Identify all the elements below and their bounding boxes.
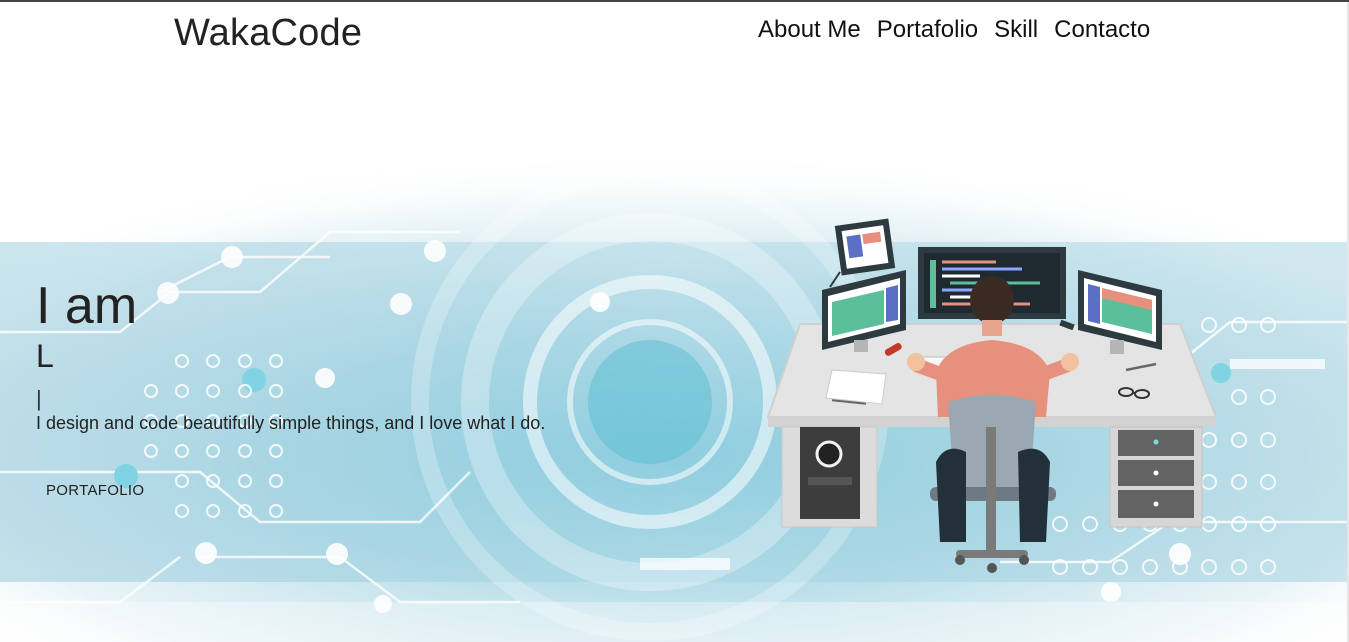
typing-cursor: | (36, 386, 42, 411)
hero-content: I am L | I design and code beautifully s… (36, 277, 545, 500)
hero-greeting: I am (36, 277, 138, 335)
nav-link-about-me[interactable]: About Me (758, 16, 861, 44)
portafolio-button[interactable]: PORTAFOLIO (46, 482, 144, 499)
navbar: WakaCode About Me Portafolio Skill Conta… (0, 2, 1349, 72)
typed-text: L (36, 338, 54, 374)
nav-link-portafolio[interactable]: Portafolio (877, 16, 978, 44)
developer-workstation-illustration (766, 218, 1218, 573)
brand-logo-link[interactable]: WakaCode (174, 12, 362, 55)
hero-tagline: I design and code beautifully simple thi… (36, 413, 546, 433)
nav-link-skill[interactable]: Skill (994, 16, 1038, 44)
nav-link-contacto[interactable]: Contacto (1054, 16, 1150, 44)
nav-links: About Me Portafolio Skill Contacto (758, 16, 1150, 44)
